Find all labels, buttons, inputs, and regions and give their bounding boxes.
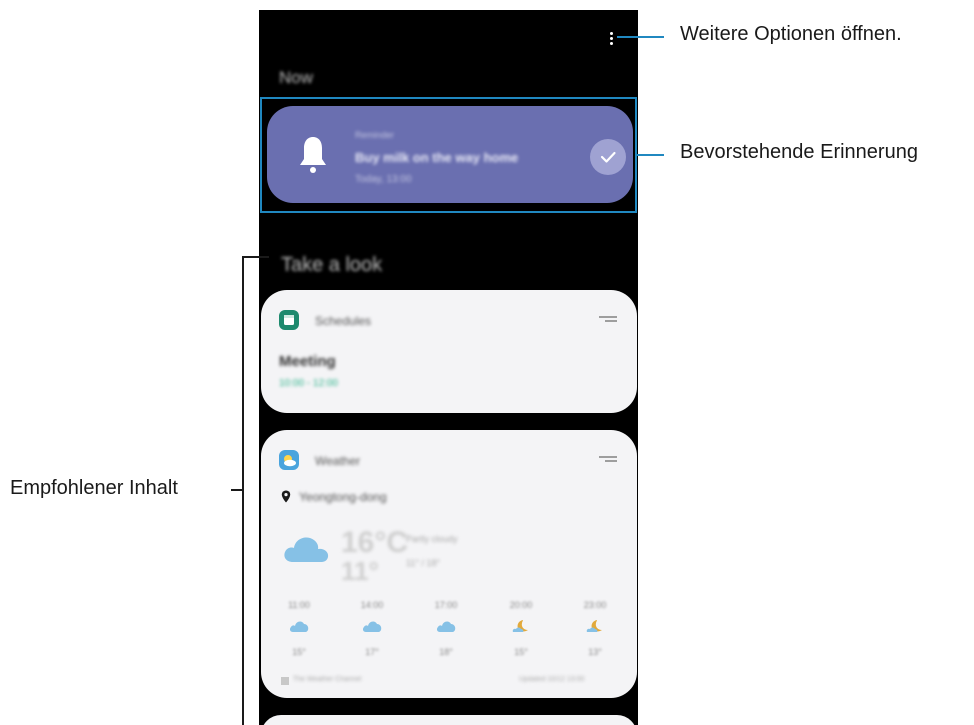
bracket-top [242, 256, 269, 258]
location-pin-icon [281, 490, 291, 503]
weather-app-name: Weather [315, 454, 361, 468]
weather-source: The Weather Channel [293, 676, 362, 683]
drag-handle-icon[interactable] [599, 456, 617, 462]
take-a-look-title: Take a look [281, 254, 383, 276]
bracket-tick [231, 489, 242, 491]
callout-recommended: Empfohlener Inhalt [10, 477, 178, 499]
large-cloud-icon [284, 537, 329, 562]
manual-illustration: Now Reminder Buy milk on the way home To… [0, 0, 974, 725]
hourly-forecast: 11:00 15° 14:00 17° 17:00 18° 20:00 15° … [261, 600, 637, 670]
more-options-icon[interactable] [606, 30, 618, 48]
moon-icon [512, 620, 528, 632]
reminder-highlight-frame [260, 97, 637, 213]
hour-item: 17:00 18° [434, 600, 458, 657]
calendar-icon [279, 310, 299, 330]
callout-reminder: Bevorstehende Erinnerung [680, 141, 918, 163]
cloud-icon [436, 621, 456, 632]
schedule-card[interactable]: Schedules Meeting 10:00 - 12:00 [261, 290, 637, 413]
weather-app-icon [279, 450, 299, 470]
callout-more-options: Weitere Optionen öffnen. [680, 23, 902, 45]
schedule-event: Meeting [279, 353, 336, 370]
schedule-app-name: Schedules [315, 314, 372, 328]
cloud-icon [289, 621, 309, 632]
moon-icon [586, 620, 602, 632]
temperature-range: 11° / 18° [406, 558, 441, 568]
drag-handle-icon[interactable] [599, 316, 617, 322]
callout-line [617, 36, 664, 38]
current-temperature: 16°C [341, 526, 409, 559]
bracket-line [242, 256, 244, 725]
cloud-icon [362, 621, 382, 632]
hour-item: 11:00 15° [288, 600, 310, 657]
hour-item: 20:00 15° [509, 600, 533, 657]
callout-line [637, 154, 664, 156]
next-card[interactable] [261, 715, 637, 725]
now-section-title: Now [279, 68, 314, 87]
weather-card[interactable]: Weather Yeongtong-dong 16°C Partly cloud… [261, 430, 637, 698]
hour-item: 23:00 13° [583, 600, 607, 657]
weather-condition: Partly cloudy [406, 534, 458, 544]
weather-channel-logo-icon [281, 677, 289, 685]
low-temperature: 11° [341, 556, 379, 586]
hour-item: 14:00 17° [360, 600, 384, 657]
weather-updated: Updated 10/12 13:00 [519, 676, 585, 683]
weather-location: Yeongtong-dong [299, 490, 387, 504]
schedule-time: 10:00 - 12:00 [279, 378, 338, 389]
